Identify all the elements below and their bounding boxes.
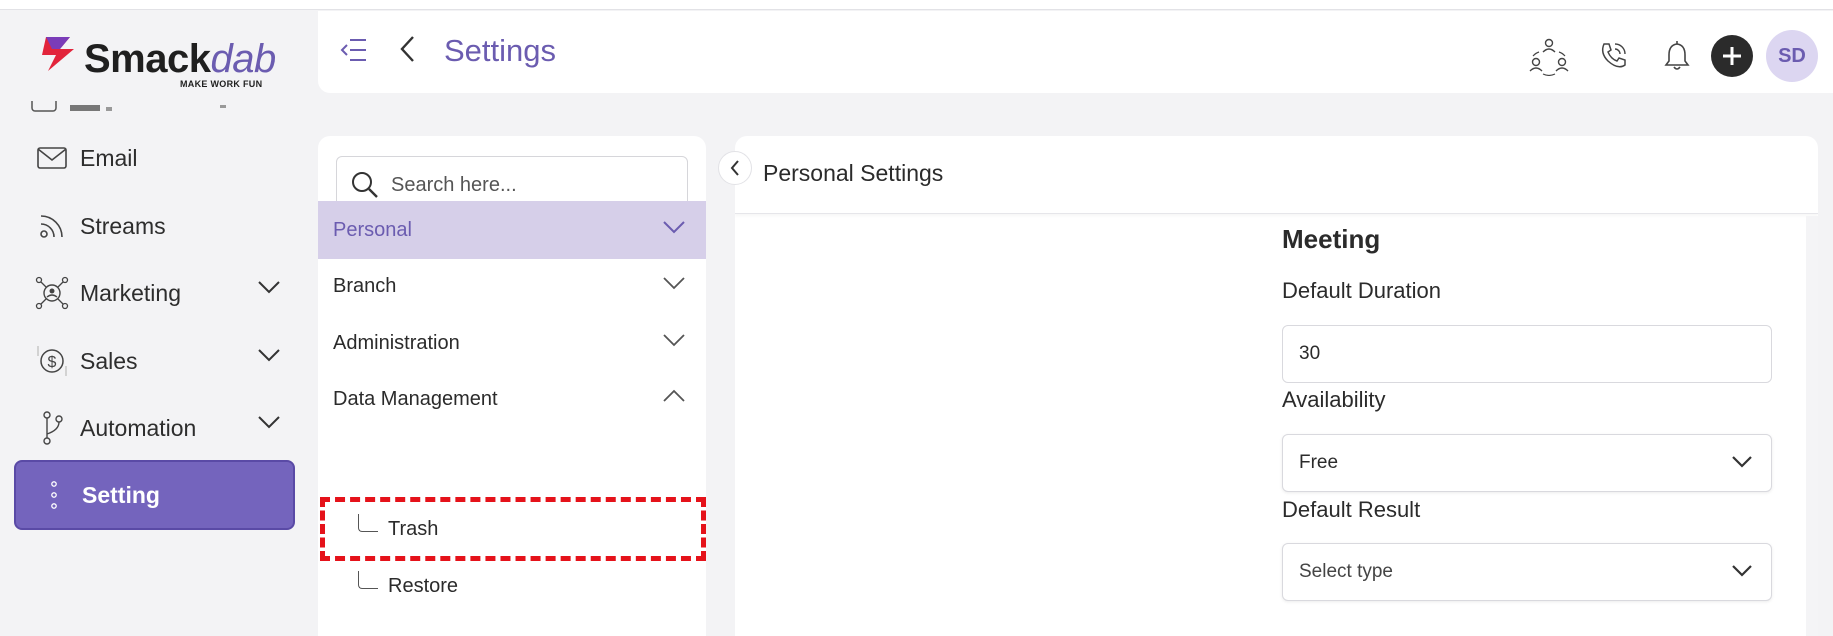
add-new-button[interactable] (1711, 35, 1753, 77)
dots-vertical-icon (36, 477, 72, 513)
default-duration-input[interactable]: 30 (1282, 325, 1772, 383)
chevron-left-icon (730, 160, 739, 176)
sidebar-item-label: Email (80, 144, 138, 171)
mail-icon (34, 140, 70, 176)
sidebar-item-marketing[interactable]: Marketing (14, 258, 295, 328)
default-result-select[interactable]: Select type (1282, 543, 1772, 601)
group-label: Administration (333, 331, 460, 354)
header-actions: SD (1523, 30, 1833, 82)
subitem-label: Restore (388, 574, 459, 597)
logo-tagline: MAKE WORK FUN (180, 79, 263, 89)
chevron-down-icon (1732, 565, 1752, 577)
logo-mark-icon (42, 37, 74, 71)
phone-icon[interactable] (1587, 30, 1639, 82)
chevron-down-icon (663, 221, 685, 234)
plus-icon (1723, 47, 1741, 65)
back-arrow-icon[interactable] (398, 33, 418, 69)
sidebar-item-sales[interactable]: $ Sales (14, 326, 295, 396)
collapse-menu-icon[interactable] (340, 37, 368, 67)
chevron-down-icon (258, 416, 280, 429)
availability-select[interactable]: Free (1282, 434, 1772, 492)
content-header: Personal Settings (735, 136, 1818, 214)
sidebar-item-email[interactable]: Email (14, 123, 295, 193)
top-header: Settings SD (318, 11, 1833, 93)
search-icon (352, 172, 378, 198)
branch-icon (34, 410, 70, 446)
vertical-scrollbar[interactable] (1806, 216, 1818, 636)
field-value: Free (1299, 452, 1339, 473)
sidebar-item-label: Setting (82, 481, 160, 508)
svg-text:$: $ (48, 354, 57, 371)
chevron-down-icon (1732, 456, 1752, 468)
app-logo[interactable]: Smackdab MAKE WORK FUN (40, 27, 300, 89)
sidebar-item-label: Marketing (80, 279, 181, 306)
settings-group-data-management[interactable]: Data Management (318, 370, 706, 428)
section-title: Meeting (1282, 224, 1381, 254)
field-placeholder: Select type (1299, 561, 1393, 582)
sidebar-item-label: Sales (80, 347, 138, 374)
bell-icon[interactable] (1651, 30, 1703, 82)
dollar-icon: $ (34, 343, 70, 379)
sidebar-item-automation[interactable]: Automation (14, 393, 295, 463)
settings-group-branch[interactable]: Branch (318, 257, 706, 315)
content-title: Personal Settings (763, 160, 944, 186)
logo-wordmark: Smackdab (84, 37, 276, 81)
main-sidebar: Smackdab MAKE WORK FUN Email Streams Mar… (0, 11, 318, 636)
sidebar-item-setting[interactable]: Setting (14, 460, 295, 530)
default-duration-label: Default Duration (1282, 278, 1441, 303)
annotation-highlight-box (320, 497, 706, 561)
page-title: Settings (444, 33, 557, 68)
sidebar-item-label: Streams (80, 212, 166, 239)
tree-branch-icon (358, 571, 378, 589)
personal-settings-panel: Personal Settings Meeting Default Durati… (735, 136, 1818, 636)
sidebar-item-partial-hidden (30, 101, 270, 117)
chevron-up-icon (663, 389, 685, 402)
group-label: Data Management (333, 387, 498, 410)
chevron-down-icon (663, 334, 685, 347)
settings-nav-panel: Personal Branch Administration Data Mana… (318, 136, 706, 636)
team-icon[interactable] (1523, 30, 1575, 82)
settings-group-personal[interactable]: Personal (318, 201, 706, 259)
group-label: Branch (333, 274, 397, 297)
network-icon (34, 275, 70, 311)
group-label: Personal (333, 218, 412, 241)
settings-group-administration[interactable]: Administration (318, 314, 706, 372)
chevron-down-icon (663, 277, 685, 290)
collapse-panel-button[interactable] (718, 151, 752, 185)
search-input[interactable] (391, 173, 671, 197)
availability-label: Availability (1282, 387, 1386, 412)
settings-subitem-restore[interactable]: Restore (338, 558, 702, 614)
window-top-edge (0, 0, 1833, 10)
field-value: 30 (1299, 343, 1321, 364)
sidebar-item-streams[interactable]: Streams (14, 191, 295, 261)
sidebar-item-label: Automation (80, 414, 197, 441)
chevron-down-icon (258, 281, 280, 294)
default-result-label: Default Result (1282, 497, 1421, 522)
rss-icon (34, 208, 70, 244)
user-avatar[interactable]: SD (1766, 30, 1818, 82)
chevron-down-icon (258, 349, 280, 362)
